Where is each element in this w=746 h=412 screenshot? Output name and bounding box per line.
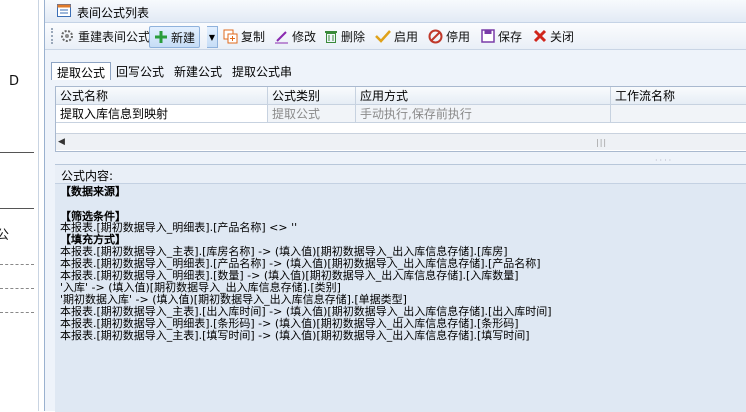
background-dashed-line (0, 312, 34, 313)
background-divider (0, 152, 34, 153)
window-title: 表间公式列表 (77, 6, 150, 20)
disable-label: 停用 (446, 29, 471, 44)
background-window-strip: D 公 (0, 0, 39, 411)
chevron-down-icon: ▼ (208, 32, 216, 42)
toolbar: 重建表间公式 新建 ▼ 复制 修改 删除 启用 停用 保存 关闭 (45, 23, 746, 50)
rebuild-formula-button[interactable]: 重建表间公式 (59, 26, 150, 46)
delete-button[interactable]: 删除 (324, 26, 365, 46)
formula-content-panel: 公式内容: 【数据来源】 【筛选条件】 本报表.[期初数据导入_明细表].[产品… (55, 164, 746, 412)
formula-list-dialog: 表间公式列表 重建表间公式 新建 ▼ 复制 修改 删除 启用 停用 保存 关闭 … (44, 0, 746, 412)
rebuild-formula-label: 重建表间公式 (78, 29, 151, 44)
background-dashed-line (0, 288, 34, 289)
copy-button[interactable]: 复制 (223, 26, 265, 46)
trash-icon (325, 30, 337, 43)
close-button[interactable]: 关闭 (533, 26, 574, 46)
formula-tabs: 提取公式 回写公式 新建公式 提取公式串 (51, 62, 297, 80)
gear-refresh-icon (61, 30, 73, 42)
formula-content-header: 公式内容: (55, 165, 746, 184)
form-list-icon (57, 4, 71, 17)
background-divider (0, 208, 34, 209)
formula-grid: 公式名称 公式类别 应用方式 工作流名称 提取入库信息到映射 提取公式 手动执行… (55, 86, 746, 152)
column-header-apply-mode[interactable]: 应用方式 (356, 87, 611, 105)
table-row[interactable]: 提取入库信息到映射 提取公式 手动执行,保存前执行 (56, 105, 746, 123)
copy-icon (223, 29, 238, 43)
toolbar-grip[interactable] (51, 28, 56, 44)
new-label: 新建 (171, 30, 196, 45)
horizontal-scrollbar[interactable]: ◀ ||| (56, 133, 746, 150)
background-char: 公 (0, 228, 10, 243)
pencil-icon (275, 30, 288, 43)
cell-workflow-name[interactable] (611, 105, 746, 123)
cell-formula-type[interactable]: 提取公式 (268, 105, 356, 123)
formula-content-text[interactable]: 【数据来源】 【筛选条件】 本报表.[期初数据导入_明细表].[产品名称] <>… (55, 184, 746, 412)
delete-label: 删除 (341, 29, 366, 44)
tab-new-formula[interactable]: 新建公式 (169, 62, 227, 79)
background-letter: D (9, 74, 20, 89)
tab-writeback-formula[interactable]: 回写公式 (111, 62, 169, 79)
column-header-formula-type[interactable]: 公式类别 (268, 87, 356, 105)
tab-extract-formula[interactable]: 提取公式 (51, 62, 112, 80)
disable-button[interactable]: 停用 (428, 26, 470, 46)
new-button[interactable]: 新建 (149, 26, 201, 48)
save-icon (481, 29, 495, 43)
background-dashed-line (0, 264, 34, 265)
formula-content-label: 公式内容: (61, 169, 114, 183)
copy-label: 复制 (241, 29, 266, 44)
edit-button[interactable]: 修改 (274, 26, 316, 46)
scroll-thumb-grip[interactable]: ||| (596, 138, 607, 147)
new-dropdown-arrow[interactable]: ▼ (207, 26, 218, 48)
cell-apply-mode[interactable]: 手动执行,保存前执行 (356, 105, 611, 123)
enable-label: 启用 (394, 29, 419, 44)
column-header-workflow-name[interactable]: 工作流名称 (611, 87, 746, 105)
check-icon (375, 30, 391, 43)
close-label: 关闭 (550, 29, 575, 44)
plus-icon (155, 31, 167, 43)
title-bar[interactable]: 表间公式列表 (45, 0, 746, 23)
close-icon (533, 29, 547, 43)
tab-extract-formula-chain[interactable]: 提取公式串 (227, 62, 297, 79)
scroll-left-icon[interactable]: ◀ (58, 137, 65, 147)
edit-label: 修改 (292, 29, 317, 44)
formula-line: 【数据来源】 (60, 185, 126, 198)
save-button[interactable]: 保存 (481, 26, 522, 46)
save-label: 保存 (498, 29, 523, 44)
formula-line: 本报表.[期初数据导入_主表].[填写时间] -> (填入值)[期初数据导入_出… (60, 329, 530, 342)
cell-formula-name[interactable]: 提取入库信息到映射 (56, 105, 268, 123)
enable-button[interactable]: 启用 (375, 26, 418, 46)
stop-icon (428, 29, 443, 43)
grid-header: 公式名称 公式类别 应用方式 工作流名称 (56, 87, 746, 105)
column-header-formula-name[interactable]: 公式名称 (56, 87, 268, 105)
